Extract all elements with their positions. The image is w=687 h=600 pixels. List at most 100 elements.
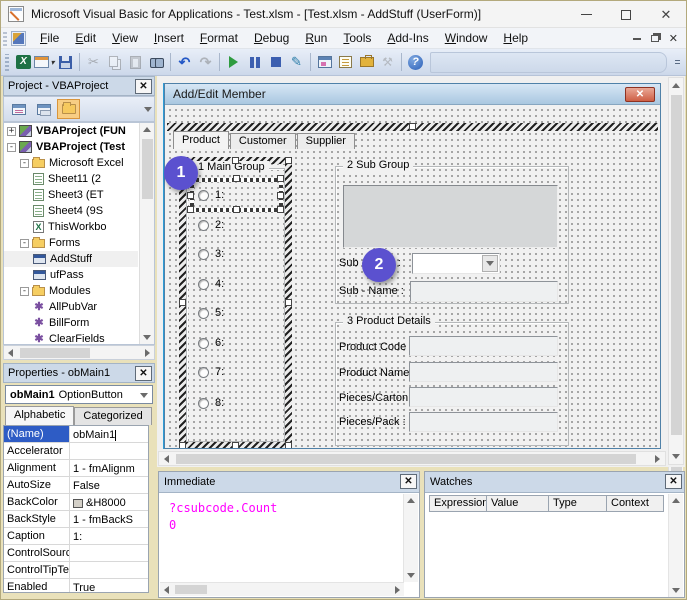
menu-debug[interactable]: Debug [246,28,297,48]
pieces-carton-textbox[interactable] [409,387,558,407]
option-button-3[interactable]: 3: [198,248,224,260]
immediate-vscrollbar[interactable] [403,494,418,582]
menu-window[interactable]: Window [437,28,496,48]
property-row-backcolor[interactable]: BackColor &H8000 [4,494,148,511]
property-row-autosize[interactable]: AutoSize False [4,477,148,494]
option-button-4[interactable]: 4: [198,278,224,290]
tree-item-sheet4[interactable]: Sheet4 (9S [4,203,138,219]
expand-icon[interactable]: + [7,127,16,136]
close-button[interactable]: ✕ [646,1,686,28]
menu-tools[interactable]: Tools [335,28,379,48]
property-row-controlsource[interactable]: ControlSourc [4,545,148,562]
selection-handle[interactable] [179,442,186,449]
selection-handle[interactable] [232,157,239,164]
toolbox-button[interactable] [356,52,377,73]
tree-item-microsoft-excel[interactable]: - Microsoft Excel [4,155,138,171]
copy-button[interactable] [104,52,125,73]
project-tree-vscrollbar[interactable] [139,123,154,344]
collapse-icon[interactable]: - [7,143,16,152]
view-code-button[interactable] [7,99,30,119]
selection-handle[interactable] [285,157,292,164]
menu-view[interactable]: View [104,28,146,48]
property-row-controltiptext[interactable]: ControlTipTe [4,562,148,579]
selection-handle[interactable] [409,123,416,130]
selection-handle[interactable] [187,206,194,213]
help-button[interactable]: ? [405,52,426,73]
selection-handle[interactable] [277,175,284,182]
redo-button[interactable]: ↷ [195,52,216,73]
tab-categorized[interactable]: Categorized [74,407,151,425]
tree-item-allpubvar[interactable]: ✱ AllPubVar [4,299,138,315]
collapse-icon[interactable]: - [20,287,29,296]
tree-item-sheet3[interactable]: Sheet3 (ET [4,187,138,203]
reset-button[interactable] [265,52,286,73]
view-excel-button[interactable]: X [13,52,34,73]
immediate-hscrollbar[interactable] [160,582,404,596]
product-code-textbox[interactable] [409,336,558,356]
property-value[interactable]: obMain1 [73,429,115,441]
menu-edit[interactable]: Edit [67,28,104,48]
watches-vscrollbar[interactable] [668,494,683,597]
selection-handle[interactable] [233,206,240,213]
paste-button[interactable] [125,52,146,73]
tree-item-modules[interactable]: - Modules [4,283,138,299]
option-button-6[interactable]: 6: [198,337,224,349]
property-row-caption[interactable]: Caption 1: [4,528,148,545]
tab-customer[interactable]: Customer [230,133,296,149]
column-type[interactable]: Type [549,495,607,512]
tab-supplier[interactable]: Supplier [297,133,355,149]
property-row-backstyle[interactable]: BackStyle 1 - fmBackS [4,511,148,528]
menu-format[interactable]: Format [192,28,246,48]
tree-item-ufpass[interactable]: ufPass [4,267,138,283]
mdi-hscrollbar[interactable] [158,451,666,466]
column-context[interactable]: Context [607,495,664,512]
option-button-1[interactable]: 1: [198,189,224,201]
tree-item-addstuff[interactable]: AddStuff [4,251,138,267]
object-selector-combo[interactable]: obMain1 OptionButton [5,385,153,404]
option-button-7[interactable]: 7: [198,366,224,378]
option-button-2[interactable]: 2: [198,219,224,231]
tree-item-sheet11[interactable]: Sheet11 (2 [4,171,138,187]
save-button[interactable] [55,52,76,73]
menu-file[interactable]: File [32,28,67,48]
property-row-enabled[interactable]: Enabled True [4,579,148,593]
find-button[interactable] [146,52,167,73]
mdi-minimize-icon[interactable] [633,38,641,40]
userform-titlebar[interactable]: Add/Edit Member ✕ [165,84,660,105]
selection-handle[interactable] [285,299,292,306]
menu-addins[interactable]: Add-Ins [379,28,436,48]
property-row-name[interactable]: (Name) obMain1 [4,426,148,443]
toolbar-overflow-button[interactable] [673,53,682,72]
userform-close-icon[interactable]: ✕ [625,87,655,102]
tree-item-thisworkbook[interactable]: X ThisWorkbo [4,219,138,235]
pieces-pack-textbox[interactable] [409,412,558,432]
watches-close-icon[interactable]: ✕ [665,474,682,489]
tab-product[interactable]: Product [173,131,229,149]
object-browser-button[interactable]: ⚒ [377,52,398,73]
dropdown-button[interactable] [482,255,498,272]
mdi-restore-icon[interactable] [651,35,659,42]
selection-handle[interactable] [285,442,292,449]
selection-handle[interactable] [187,192,194,199]
view-object-button[interactable] [32,99,55,119]
tree-item-billform[interactable]: ✱ BillForm [4,315,138,331]
sub-name-textbox[interactable] [410,281,558,302]
collapse-icon[interactable]: - [20,159,29,168]
selection-handle[interactable] [277,192,284,199]
column-value[interactable]: Value [487,495,549,512]
minimize-button[interactable] [566,1,606,28]
property-value[interactable]: &H8000 [86,497,126,509]
mdi-vscrollbar[interactable] [668,77,684,465]
run-button[interactable] [223,52,244,73]
design-mode-button[interactable]: ✎ [286,52,307,73]
option-button-8[interactable]: 8: [198,397,224,409]
tree-item-clearfields[interactable]: ✱ ClearFields [4,331,138,345]
tab-alphabetic[interactable]: Alphabetic [5,406,74,425]
tree-item-vbaproject-fun[interactable]: + VBAProject (FUN [4,123,138,139]
tree-item-vbaproject-test[interactable]: - VBAProject (Test [4,139,138,155]
immediate-content[interactable]: ?csubcode.Count 0 [169,500,277,534]
selection-handle[interactable] [232,442,239,449]
sub-code-combobox[interactable] [412,253,500,274]
toolbar-grip[interactable] [5,54,9,71]
menubar-grip[interactable] [3,31,7,46]
